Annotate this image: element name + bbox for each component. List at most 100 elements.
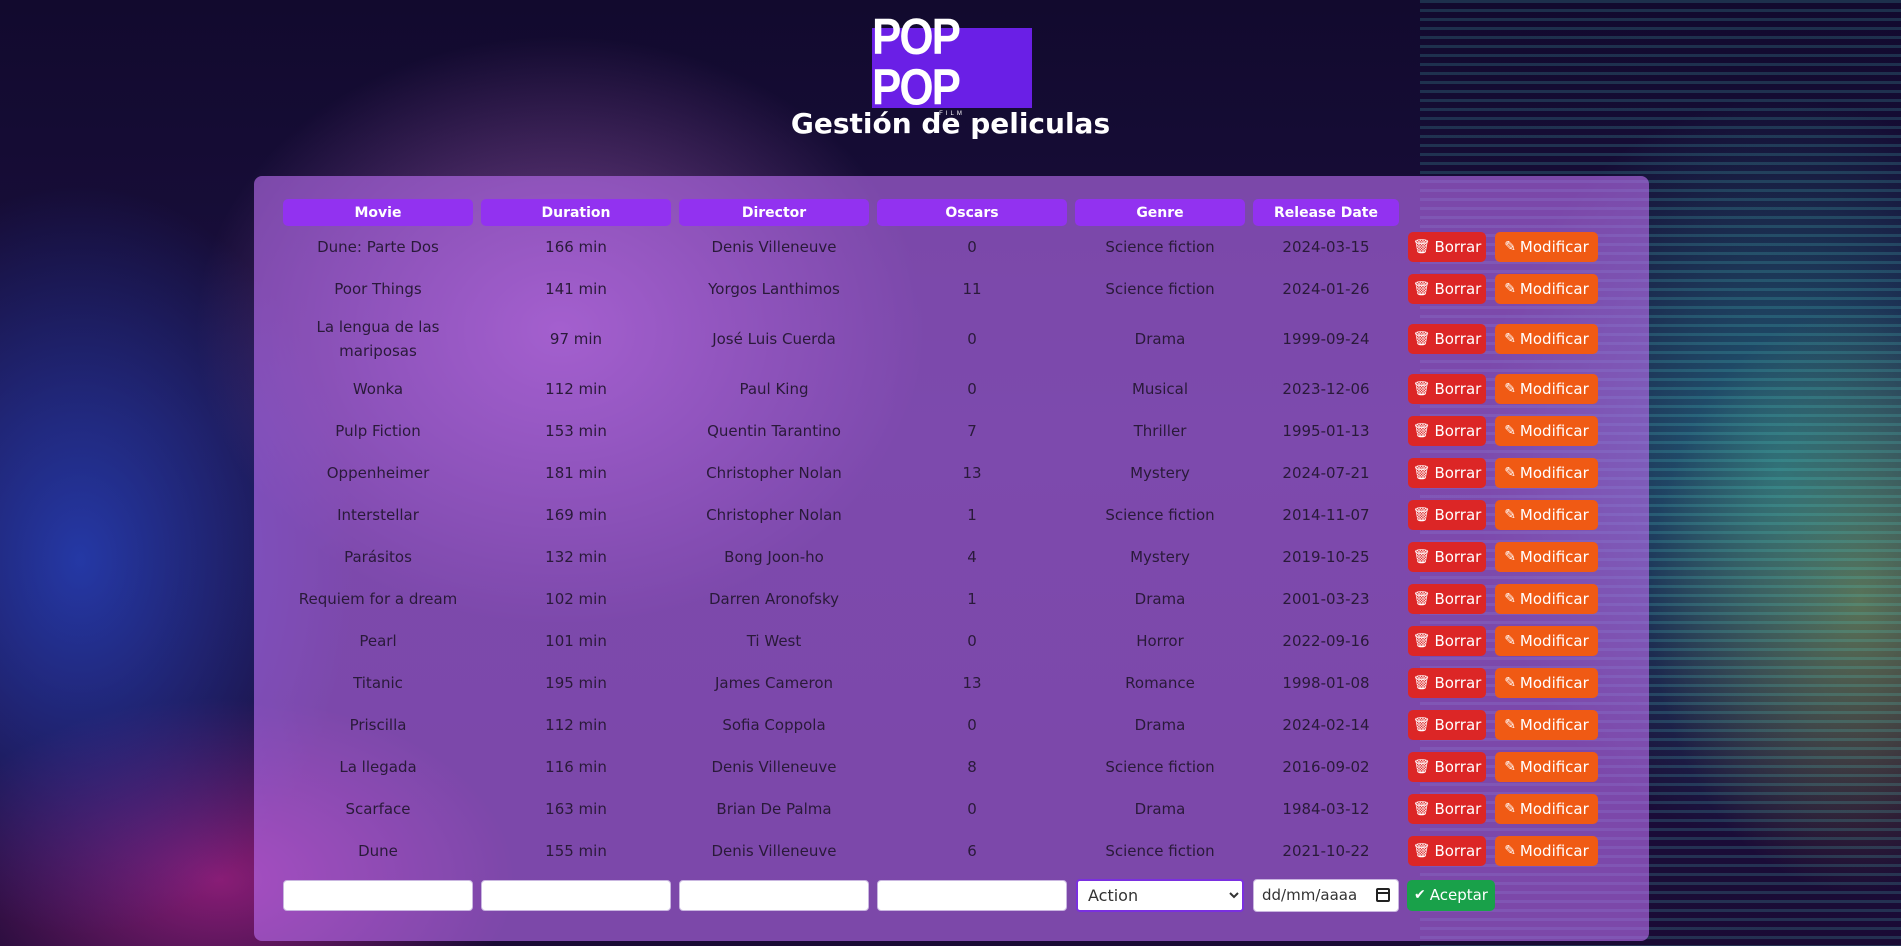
cell-oscars: 7 xyxy=(967,422,977,440)
modify-button[interactable]: ✎ Modificar xyxy=(1495,752,1598,782)
duration-input[interactable] xyxy=(481,879,671,911)
table-row: Requiem for a dream 102 min Darren Aronofs… xyxy=(283,578,1599,620)
cell-genre: Romance xyxy=(1125,674,1195,692)
delete-label: Borrar xyxy=(1434,506,1482,524)
header-spacer xyxy=(1495,199,1599,226)
movie-input[interactable] xyxy=(283,879,473,911)
add-movie-form: Action dd/mm/aaaa ✔ Aceptar xyxy=(283,872,1599,918)
pencil-icon: ✎ xyxy=(1504,331,1516,347)
cell-genre: Science fiction xyxy=(1105,506,1215,524)
cell-genre: Science fiction xyxy=(1105,238,1215,256)
pencil-icon: ✎ xyxy=(1504,717,1516,733)
header-genre: Genre xyxy=(1075,199,1245,226)
modify-button[interactable]: ✎ Modificar xyxy=(1495,500,1598,530)
delete-label: Borrar xyxy=(1434,758,1482,776)
modify-button[interactable]: ✎ Modificar xyxy=(1495,232,1598,262)
delete-button[interactable]: 🗑 Borrar xyxy=(1408,500,1486,530)
modify-button[interactable]: ✎ Modificar xyxy=(1495,458,1598,488)
modify-button[interactable]: ✎ Modificar xyxy=(1495,416,1598,446)
delete-button[interactable]: 🗑 Borrar xyxy=(1408,458,1486,488)
cell-movie: La lengua de las mariposas xyxy=(316,318,440,360)
pencil-icon: ✎ xyxy=(1504,423,1516,439)
table-row: Wonka 112 min Paul King 0 Musical 2023-12-06 🗑… xyxy=(283,368,1599,410)
movies-panel: Movie Duration Director Oscars Genre Rel… xyxy=(254,176,1649,941)
header-director: Director xyxy=(679,199,869,226)
cell-duration: 116 min xyxy=(545,758,607,776)
delete-button[interactable]: 🗑 Borrar xyxy=(1408,794,1486,824)
trash-icon: 🗑 xyxy=(1412,549,1431,565)
cell-movie: Parásitos xyxy=(344,548,412,566)
cell-oscars: 0 xyxy=(967,380,977,398)
cell-duration: 141 min xyxy=(545,280,607,298)
cell-duration: 163 min xyxy=(545,800,607,818)
delete-button[interactable]: 🗑 Borrar xyxy=(1408,626,1486,656)
modify-button[interactable]: ✎ Modificar xyxy=(1495,710,1598,740)
modify-button[interactable]: ✎ Modificar xyxy=(1495,836,1598,866)
cell-duration: 102 min xyxy=(545,590,607,608)
cell-oscars: 11 xyxy=(962,280,982,298)
cell-oscars: 0 xyxy=(967,632,977,650)
pencil-icon: ✎ xyxy=(1504,381,1516,397)
header-release-date: Release Date xyxy=(1253,199,1399,226)
delete-button[interactable]: 🗑 Borrar xyxy=(1408,416,1486,446)
delete-button[interactable]: 🗑 Borrar xyxy=(1408,232,1486,262)
cell-director: Quentin Tarantino xyxy=(707,422,841,440)
modify-button[interactable]: ✎ Modificar xyxy=(1495,626,1598,656)
modify-button[interactable]: ✎ Modificar xyxy=(1495,274,1598,304)
delete-button[interactable]: 🗑 Borrar xyxy=(1408,274,1486,304)
trash-icon: 🗑 xyxy=(1412,465,1431,481)
modify-button[interactable]: ✎ Modificar xyxy=(1495,668,1598,698)
delete-button[interactable]: 🗑 Borrar xyxy=(1408,374,1486,404)
trash-icon: 🗑 xyxy=(1412,759,1431,775)
trash-icon: 🗑 xyxy=(1412,801,1431,817)
cell-release-date: 2014-11-07 xyxy=(1282,506,1370,524)
delete-button[interactable]: 🗑 Borrar xyxy=(1408,752,1486,782)
delete-label: Borrar xyxy=(1434,380,1482,398)
cell-duration: 169 min xyxy=(545,506,607,524)
release-date-input[interactable]: dd/mm/aaaa xyxy=(1253,878,1399,912)
table-row: Poor Things 141 min Yorgos Lanthimos 11 Scie… xyxy=(283,268,1599,310)
cell-oscars: 0 xyxy=(967,716,977,734)
oscars-input[interactable] xyxy=(877,879,1067,911)
pencil-icon: ✎ xyxy=(1504,801,1516,817)
movies-table: Movie Duration Director Oscars Genre Rel… xyxy=(275,199,1607,918)
pencil-icon: ✎ xyxy=(1504,239,1516,255)
delete-button[interactable]: 🗑 Borrar xyxy=(1408,584,1486,614)
accept-button[interactable]: ✔ Aceptar xyxy=(1407,879,1495,911)
modify-button[interactable]: ✎ Modificar xyxy=(1495,584,1598,614)
modify-button[interactable]: ✎ Modificar xyxy=(1495,374,1598,404)
delete-button[interactable]: 🗑 Borrar xyxy=(1408,324,1486,354)
pencil-icon: ✎ xyxy=(1504,281,1516,297)
delete-label: Borrar xyxy=(1434,716,1482,734)
cell-duration: 195 min xyxy=(545,674,607,692)
cell-movie: La llegada xyxy=(339,758,417,776)
cell-movie: Dune: Parte Dos xyxy=(317,238,439,256)
genre-select[interactable]: Action xyxy=(1076,878,1244,912)
delete-button[interactable]: 🗑 Borrar xyxy=(1408,710,1486,740)
cell-movie: Requiem for a dream xyxy=(298,590,458,608)
cell-duration: 166 min xyxy=(545,238,607,256)
modify-button[interactable]: ✎ Modificar xyxy=(1495,542,1598,572)
check-icon: ✔ xyxy=(1414,887,1426,903)
modify-label: Modificar xyxy=(1519,330,1589,348)
modify-button[interactable]: ✎ Modificar xyxy=(1495,794,1598,824)
delete-button[interactable]: 🗑 Borrar xyxy=(1408,542,1486,572)
cell-genre: Science fiction xyxy=(1105,842,1215,860)
modify-label: Modificar xyxy=(1519,632,1589,650)
modify-button[interactable]: ✎ Modificar xyxy=(1495,324,1598,354)
cell-duration: 132 min xyxy=(545,548,607,566)
director-input[interactable] xyxy=(679,879,869,911)
cell-release-date: 2023-12-06 xyxy=(1282,380,1370,398)
delete-label: Borrar xyxy=(1434,238,1482,256)
cell-oscars: 0 xyxy=(967,800,977,818)
delete-button[interactable]: 🗑 Borrar xyxy=(1408,836,1486,866)
cell-director: Bong Joon-ho xyxy=(724,548,824,566)
cell-release-date: 2016-09-02 xyxy=(1282,758,1370,776)
pencil-icon: ✎ xyxy=(1504,633,1516,649)
pencil-icon: ✎ xyxy=(1504,507,1516,523)
calendar-icon[interactable] xyxy=(1376,888,1390,902)
pencil-icon: ✎ xyxy=(1504,465,1516,481)
delete-label: Borrar xyxy=(1434,330,1482,348)
delete-button[interactable]: 🗑 Borrar xyxy=(1408,668,1486,698)
pencil-icon: ✎ xyxy=(1504,759,1516,775)
